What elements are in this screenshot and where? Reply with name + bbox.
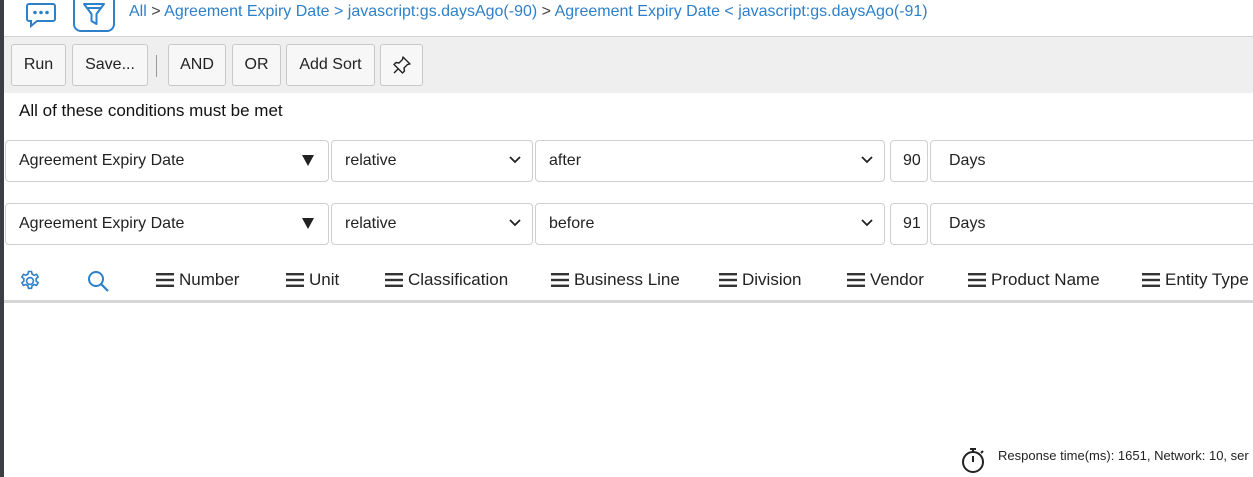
menu-icon xyxy=(968,273,986,287)
column-label: Classification xyxy=(408,270,509,289)
menu-icon xyxy=(385,273,403,287)
breadcrumb-condition-2[interactable]: Agreement Expiry Date < javascript:gs.da… xyxy=(555,3,928,20)
condition-2-value-input[interactable]: 91 xyxy=(890,203,928,245)
chevron-down-icon xyxy=(509,219,521,227)
chevron-down-icon xyxy=(861,219,873,227)
condition-1-unit-select[interactable]: Days xyxy=(930,140,1253,182)
pin-icon xyxy=(392,56,411,74)
column-header-division[interactable]: Division xyxy=(719,270,802,290)
filter-icon xyxy=(83,3,105,25)
condition-1-field-select[interactable]: Agreement Expiry Date xyxy=(5,140,329,182)
condition-2-operator-value: before xyxy=(549,215,595,232)
condition-1-field-value: Agreement Expiry Date xyxy=(19,152,185,169)
menu-icon xyxy=(286,273,304,287)
condition-2-mode-select[interactable]: relative xyxy=(331,203,533,245)
caret-down-icon xyxy=(302,155,314,166)
column-header-classification[interactable]: Classification xyxy=(385,270,508,290)
conditions-heading: All of these conditions must be met xyxy=(19,101,283,120)
condition-2-field-select[interactable]: Agreement Expiry Date xyxy=(5,203,329,245)
condition-1-mode-value: relative xyxy=(345,152,397,169)
chevron-down-icon xyxy=(509,156,521,164)
column-header-number[interactable]: Number xyxy=(156,270,239,290)
condition-2-field-value: Agreement Expiry Date xyxy=(19,215,185,232)
response-time-footer: Response time(ms): 1651, Network: 10, se… xyxy=(960,448,1249,474)
breadcrumb-all[interactable]: All xyxy=(129,3,147,20)
column-header-business-line[interactable]: Business Line xyxy=(551,270,680,290)
filter-toolbar: Run Save... AND OR Add Sort xyxy=(4,36,1253,93)
condition-1-value-input[interactable]: 90 xyxy=(890,140,928,182)
filter-toggle-button[interactable] xyxy=(73,0,115,32)
breadcrumb-condition-1[interactable]: Agreement Expiry Date > javascript:gs.da… xyxy=(164,3,537,20)
menu-icon xyxy=(1142,273,1160,287)
column-header-vendor[interactable]: Vendor xyxy=(847,270,924,290)
menu-icon xyxy=(551,273,569,287)
toolbar-divider xyxy=(156,55,157,77)
column-label: Number xyxy=(179,270,240,289)
condition-1-operator-select[interactable]: after xyxy=(535,140,885,182)
menu-icon xyxy=(719,273,737,287)
breadcrumb-bar: All > Agreement Expiry Date > javascript… xyxy=(4,0,1253,34)
condition-2-operator-select[interactable]: before xyxy=(535,203,885,245)
condition-2-value: 91 xyxy=(903,215,921,232)
column-label: Entity Type xyxy=(1165,270,1249,289)
gear-icon[interactable] xyxy=(18,269,42,298)
run-button[interactable]: Run xyxy=(11,44,66,86)
chat-icon[interactable] xyxy=(26,2,56,29)
condition-2-unit-select[interactable]: Days xyxy=(930,203,1253,245)
list-header: Number Unit Classification Business Line… xyxy=(4,256,1253,303)
condition-2-mode-value: relative xyxy=(345,215,397,232)
column-label: Unit xyxy=(309,270,340,289)
breadcrumb: All > Agreement Expiry Date > javascript… xyxy=(129,3,928,21)
breadcrumb-separator: > xyxy=(541,3,551,20)
condition-2-unit-value: Days xyxy=(949,215,986,232)
response-time-text: Response time(ms): 1651, Network: 10, se… xyxy=(998,448,1249,463)
condition-1-operator-value: after xyxy=(549,152,582,169)
caret-down-icon xyxy=(302,218,314,229)
menu-icon xyxy=(847,273,865,287)
save-button[interactable]: Save... xyxy=(72,44,148,86)
condition-1-unit-value: Days xyxy=(949,152,986,169)
stopwatch-icon xyxy=(962,448,984,473)
add-sort-button[interactable]: Add Sort xyxy=(286,44,375,86)
column-label: Vendor xyxy=(870,270,924,289)
and-button[interactable]: AND xyxy=(168,44,226,86)
column-label: Business Line xyxy=(574,270,680,289)
column-label: Product Name xyxy=(991,270,1100,289)
pin-button[interactable] xyxy=(380,44,423,86)
breadcrumb-separator: > xyxy=(151,3,161,20)
column-header-entity-type[interactable]: Entity Type xyxy=(1142,270,1249,290)
condition-1-value: 90 xyxy=(903,152,921,169)
chevron-down-icon xyxy=(861,156,873,164)
search-icon[interactable] xyxy=(86,269,110,298)
condition-1-mode-select[interactable]: relative xyxy=(331,140,533,182)
column-header-unit[interactable]: Unit xyxy=(286,270,339,290)
column-label: Division xyxy=(742,270,802,289)
column-header-product-name[interactable]: Product Name xyxy=(968,270,1100,290)
menu-icon xyxy=(156,273,174,287)
or-button[interactable]: OR xyxy=(232,44,281,86)
